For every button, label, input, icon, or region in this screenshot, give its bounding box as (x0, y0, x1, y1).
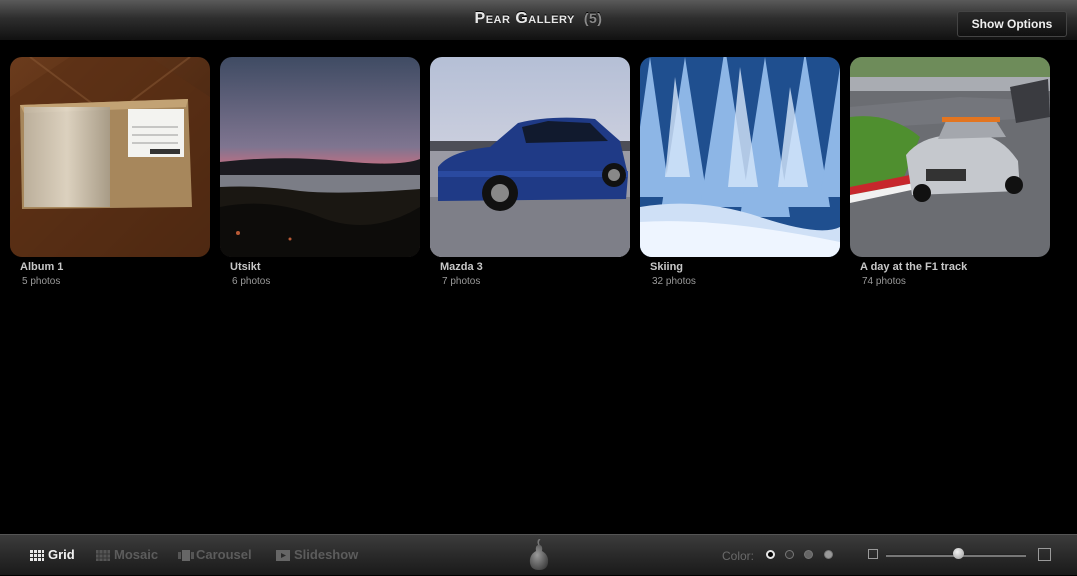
album-name: Utsikt (230, 261, 261, 273)
color-label: Color: (722, 549, 755, 563)
album-name: Mazda 3 (440, 261, 483, 273)
album-photo-count: 7 photos (442, 276, 481, 287)
sunset-lake-photo[interactable] (220, 57, 420, 257)
album-item[interactable]: Mazda 3 7 photos (430, 57, 630, 287)
album-count-badge: (5) (583, 10, 603, 26)
mode-slideshow-button[interactable]: Slideshow (276, 547, 358, 562)
mode-carousel-button[interactable]: Carousel (178, 547, 252, 562)
album-photo-count: 5 photos (22, 276, 61, 287)
album-photo-count: 6 photos (232, 276, 271, 287)
album-item[interactable]: A day at the F1 track 74 photos (850, 57, 1050, 287)
pear-logo (528, 538, 550, 576)
color-swatch-gray[interactable] (804, 550, 813, 559)
bottom-toolbar: Grid Mosaic Carousel Slideshow Color: (0, 534, 1077, 575)
carousel-icon (178, 549, 194, 561)
blue-car-photo[interactable] (430, 57, 630, 257)
album-name: Skiing (650, 261, 684, 273)
mosaic-icon (96, 549, 110, 561)
album-name: A day at the F1 track (860, 261, 968, 273)
large-thumbnail-icon[interactable] (1038, 548, 1051, 561)
grid-icon (30, 549, 44, 561)
mode-grid-button[interactable]: Grid (30, 547, 75, 562)
album-photo-count: 74 photos (862, 276, 906, 287)
album-item[interactable]: Album 1 5 photos (10, 57, 210, 287)
mode-mosaic-button[interactable]: Mosaic (96, 547, 158, 562)
gallery-title: Pear Gallery (5) (0, 10, 1077, 28)
slideshow-icon (276, 549, 290, 561)
show-options-button[interactable]: Show Options (957, 11, 1067, 37)
color-swatch-light-gray[interactable] (824, 550, 833, 559)
mode-mosaic-label: Mosaic (114, 547, 159, 562)
album-name: Album 1 (20, 261, 64, 273)
color-swatch-black[interactable] (766, 550, 775, 559)
small-thumbnail-icon[interactable] (868, 549, 878, 559)
mode-carousel-label: Carousel (196, 547, 252, 562)
album-item[interactable]: Skiing 32 photos (640, 57, 840, 287)
mode-grid-label: Grid (48, 547, 75, 562)
color-swatch-dark-gray[interactable] (785, 550, 794, 559)
header-bar: Pear Gallery (5) Show Options (0, 0, 1077, 40)
gallery-title-text: Pear Gallery (474, 10, 575, 27)
mode-slideshow-label: Slideshow (294, 547, 359, 562)
race-car-photo[interactable] (850, 57, 1050, 257)
cardboard-box-photo[interactable] (10, 57, 210, 257)
album-item[interactable]: Utsikt 6 photos (220, 57, 420, 287)
slider-knob[interactable] (953, 548, 965, 559)
album-photo-count: 32 photos (652, 276, 696, 287)
snowy-forest-photo[interactable] (640, 57, 840, 257)
